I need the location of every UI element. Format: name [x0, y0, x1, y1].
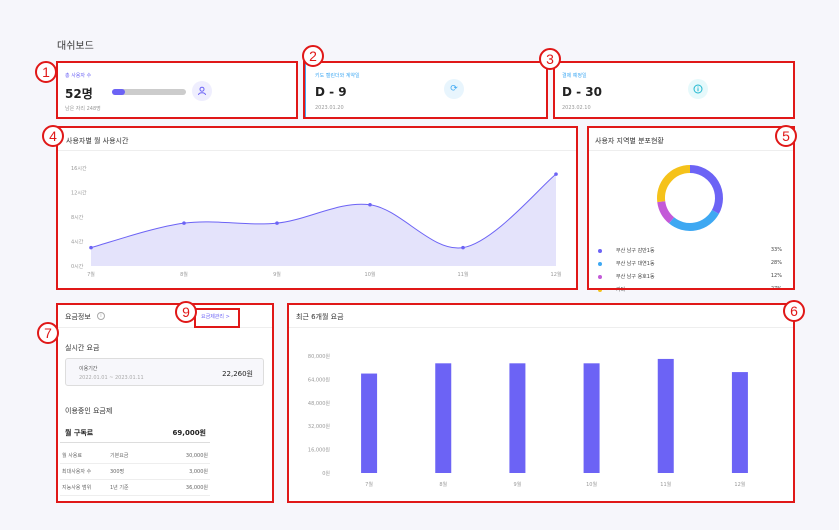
annotation-box-6: [287, 303, 795, 503]
annotation-box-4: [56, 126, 578, 290]
marker-7: 7: [37, 322, 59, 344]
annotation-box-3: [553, 61, 795, 119]
marker-1: 1: [35, 61, 57, 83]
annotation-box-7: [56, 303, 274, 503]
marker-5: 5: [775, 125, 797, 147]
page-title: 대쉬보드: [57, 41, 94, 52]
marker-3: 3: [539, 48, 561, 70]
marker-2: 2: [302, 45, 324, 67]
marker-9: 9: [175, 301, 197, 323]
marker-4: 4: [42, 125, 64, 147]
annotation-box-9: [194, 308, 240, 328]
marker-6: 6: [783, 300, 805, 322]
annotation-box-1: [56, 61, 298, 119]
annotation-box-5: [587, 126, 795, 290]
annotation-box-2: [303, 61, 548, 119]
